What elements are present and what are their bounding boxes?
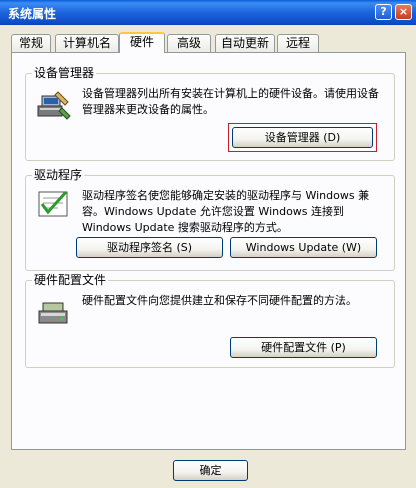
device-manager-group-label: 设备管理器 <box>32 66 97 80</box>
tab-automatic-updates[interactable]: 自动更新 <box>215 34 275 52</box>
driver-signing-icon <box>36 188 72 222</box>
hardware-profiles-group-label: 硬件配置文件 <box>32 273 109 287</box>
tab-computer-name[interactable]: 计算机名 <box>55 34 119 52</box>
tab-remote[interactable]: 远程 <box>277 34 319 52</box>
ok-button[interactable]: 确定 <box>173 460 248 481</box>
dialog-footer: 确定 <box>0 456 416 488</box>
drivers-group: 驱动程序 驱动程序签名使您能够确定安装的驱动程序与 Windows 兼容。Win… <box>25 168 395 271</box>
help-button[interactable]: ? <box>375 4 392 20</box>
device-manager-group: 设备管理器 设备管理器列出所有安装在计算机上的硬件设备。请使用设备管理器来更改设… <box>25 66 395 161</box>
tab-hardware[interactable]: 硬件 <box>119 32 165 53</box>
device-manager-icon <box>36 88 72 122</box>
title-bar[interactable]: 系统属性 ? × <box>0 0 416 25</box>
window-title: 系统属性 <box>8 7 57 21</box>
tab-general[interactable]: 常规 <box>11 34 51 52</box>
windows-update-button[interactable]: Windows Update (W) <box>230 237 377 258</box>
device-manager-description: 设备管理器列出所有安装在计算机上的硬件设备。请使用设备管理器来更改设备的属性。 <box>82 87 379 116</box>
drivers-description: 驱动程序签名使您能够确定安装的驱动程序与 Windows 兼容。Windows … <box>82 189 370 234</box>
tab-strip: 常规 计算机名 硬件 高级 自动更新 远程 <box>11 32 411 53</box>
tab-advanced[interactable]: 高级 <box>167 34 211 52</box>
close-button[interactable]: × <box>395 4 412 20</box>
driver-signing-button[interactable]: 驱动程序签名 (S) <box>76 237 223 258</box>
hardware-profiles-description: 硬件配置文件向您提供建立和保存不同硬件配置的方法。 <box>82 294 357 307</box>
tab-panel: 设备管理器 设备管理器列出所有安装在计算机上的硬件设备。请使用设备管理器来更改设… <box>11 52 406 450</box>
hardware-profiles-button[interactable]: 硬件配置文件 (P) <box>230 337 377 358</box>
hardware-profiles-group: 硬件配置文件 硬件配置文件向您提供建立和保存不同硬件配置的方法。 硬件配置文件 … <box>25 273 395 368</box>
drivers-group-label: 驱动程序 <box>32 168 85 182</box>
device-manager-button[interactable]: 设备管理器 (D) <box>232 127 373 148</box>
hardware-profile-icon <box>36 297 72 331</box>
